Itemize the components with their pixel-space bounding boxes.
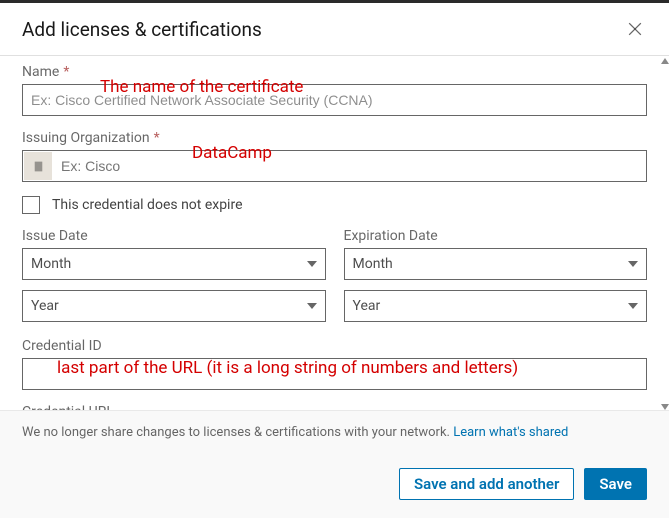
credential-url-label: Credential URL xyxy=(22,404,647,410)
footer-info-text: We no longer share changes to licenses &… xyxy=(22,425,453,440)
issue-year-value: Year xyxy=(31,298,59,314)
learn-whats-shared-link[interactable]: Learn what's shared xyxy=(453,425,568,440)
save-add-another-label: Save and add another xyxy=(414,475,559,493)
issuing-org-container xyxy=(22,150,647,182)
issuing-org-label: Issuing Organization* xyxy=(22,130,647,146)
chevron-down-icon xyxy=(307,303,317,309)
credential-id-label: Credential ID xyxy=(22,338,647,354)
issue-year-select[interactable]: Year xyxy=(22,290,326,322)
field-issuing-org: Issuing Organization* DataCamp xyxy=(22,130,647,182)
issue-month-select[interactable]: Month xyxy=(22,248,326,280)
close-icon xyxy=(625,19,645,39)
chevron-down-icon xyxy=(628,303,638,309)
close-button[interactable] xyxy=(623,17,647,41)
name-input[interactable] xyxy=(22,84,647,116)
no-expire-row: This credential does not expire xyxy=(22,196,647,214)
exp-month-value: Month xyxy=(353,256,393,272)
issue-date-col: Issue Date Month Year xyxy=(22,228,326,332)
issue-date-label: Issue Date xyxy=(22,228,326,244)
add-license-modal: Add licenses & certifications Name* The … xyxy=(0,3,669,518)
field-credential-id: Credential ID last part of the URL (it i… xyxy=(22,338,647,390)
footer-info: We no longer share changes to licenses &… xyxy=(0,410,669,454)
exp-year-value: Year xyxy=(353,298,381,314)
field-credential-url: Credential URL DataCamp Statement of Acc… xyxy=(22,404,647,410)
exp-date-label: Expiration Date xyxy=(344,228,648,244)
exp-year-select[interactable]: Year xyxy=(344,290,648,322)
exp-date-col: Expiration Date Month Year xyxy=(344,228,648,332)
save-button[interactable]: Save xyxy=(584,468,647,500)
no-expire-checkbox[interactable] xyxy=(22,196,40,214)
footer-actions: Save and add another Save xyxy=(0,454,669,518)
organization-icon xyxy=(24,152,52,180)
form-body: Name* The name of the certificate Issuin… xyxy=(0,56,669,410)
credential-id-input[interactable] xyxy=(22,358,647,390)
scrollbar[interactable] xyxy=(661,58,669,410)
save-add-another-button[interactable]: Save and add another xyxy=(399,468,574,500)
name-label: Name* xyxy=(22,64,647,80)
chevron-down-icon xyxy=(628,261,638,267)
modal-header: Add licenses & certifications xyxy=(0,3,669,56)
exp-month-select[interactable]: Month xyxy=(344,248,648,280)
required-asterisk: * xyxy=(154,130,160,146)
chevron-down-icon xyxy=(307,261,317,267)
required-asterisk: * xyxy=(63,64,69,80)
date-row: Issue Date Month Year Expiration Date Mo… xyxy=(22,228,647,332)
issuing-org-input[interactable] xyxy=(53,151,646,181)
field-name: Name* The name of the certificate xyxy=(22,64,647,116)
modal-title: Add licenses & certifications xyxy=(22,18,262,41)
save-label: Save xyxy=(599,475,632,493)
issue-month-value: Month xyxy=(31,256,71,272)
no-expire-label: This credential does not expire xyxy=(52,197,243,213)
